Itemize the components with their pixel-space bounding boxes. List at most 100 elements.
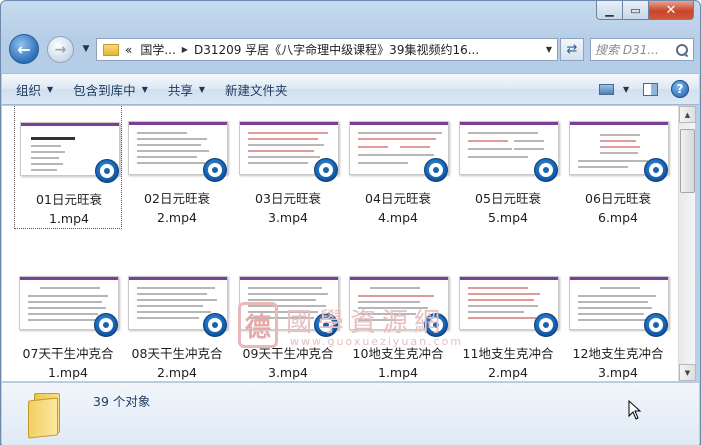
recent-pages-dropdown[interactable]: ▼ [80, 43, 92, 55]
file-item[interactable]: 06日元旺衰 6.mp4 [564, 106, 672, 229]
breadcrumb-segment-current[interactable]: D31209 孚居《八字命理中级课程》39集视频约16... [194, 41, 479, 58]
file-name-line1: 04日元旺衰 [365, 191, 431, 206]
file-name-line2: 2.mp4 [488, 365, 528, 380]
file-name: 06日元旺衰 6.mp4 [564, 189, 672, 227]
video-player-icon [424, 158, 448, 182]
breadcrumb-segment-root[interactable]: 国学... [140, 41, 175, 58]
file-name: 01日元旺衰 1.mp4 [15, 190, 123, 228]
file-name-line2: 1.mp4 [48, 365, 88, 380]
scroll-down-icon[interactable]: ▼ [679, 364, 696, 381]
file-name-line1: 07天干生冲克合 [22, 346, 114, 361]
file-name: 03日元旺衰 3.mp4 [234, 189, 342, 227]
preview-pane-button[interactable] [637, 79, 663, 99]
close-icon: ✕ [665, 2, 677, 18]
watermark: 德 國學資源網 www.guoxueziyuan.com [238, 302, 498, 350]
maximize-icon: ▭ [630, 3, 641, 17]
video-player-icon [534, 313, 558, 337]
video-player-icon [203, 158, 227, 182]
file-name-line1: 02日元旺衰 [144, 191, 210, 206]
navigation-bar: ← → ▼ « 国学... ▶ D31209 孚居《八字命理中级课程》39集视频… [9, 34, 694, 64]
file-name-line1: 01日元旺衰 [36, 192, 102, 207]
breadcrumb: « 国学... ▶ D31209 孚居《八字命理中级课程》39集视频约16... [125, 41, 479, 58]
search-icon [675, 43, 689, 57]
file-item[interactable]: 03日元旺衰 3.mp4 [234, 106, 342, 229]
video-player-icon [534, 158, 558, 182]
forward-arrow-icon: → [54, 41, 67, 58]
organize-label: 组织 [16, 82, 42, 98]
file-name-line2: 6.mp4 [598, 210, 638, 225]
file-name-line1: 12地支生克冲合 [572, 346, 664, 361]
chevron-down-icon: ▼ [198, 84, 206, 94]
file-item[interactable]: 12地支生克冲合 3.mp4 [564, 260, 672, 381]
preview-pane-icon [642, 82, 658, 96]
details-pane: 39 个对象 [2, 382, 699, 445]
file-item[interactable]: 01日元旺衰 1.mp4 [14, 106, 122, 229]
search-input[interactable]: 搜索 D31... [595, 41, 675, 58]
include-in-library-label: 包含到库中 [73, 82, 136, 98]
file-name-line2: 2.mp4 [157, 210, 197, 225]
minimize-icon: ▁ [605, 3, 614, 17]
close-button[interactable]: ✕ [649, 1, 694, 20]
file-name-line1: 06日元旺衰 [585, 191, 651, 206]
help-icon[interactable]: ? [671, 80, 689, 98]
organize-menu[interactable]: 组织 ▼ [10, 77, 59, 101]
file-item[interactable]: 07天干生冲克合 1.mp4 [14, 260, 122, 381]
item-count: 39 个对象 [93, 394, 151, 409]
command-bar: 组织 ▼ 包含到库中 ▼ 共享 ▼ 新建文件夹 ▼ ? [2, 73, 699, 105]
video-player-icon [95, 159, 119, 183]
watermark-seal: 德 [238, 302, 278, 348]
file-name-line2: 3.mp4 [268, 210, 308, 225]
view-icon [598, 83, 614, 95]
scrollbar-thumb[interactable] [680, 129, 695, 193]
view-controls: ▼ ? [593, 79, 699, 99]
video-player-icon [644, 313, 668, 337]
forward-button[interactable]: → [47, 36, 74, 63]
file-item[interactable]: 05日元旺衰 5.mp4 [454, 106, 562, 229]
chevron-down-icon: ▼ [47, 84, 54, 94]
share-menu[interactable]: 共享 ▼ [162, 77, 211, 101]
chevron-down-icon: ▼ [141, 84, 148, 94]
breadcrumb-overflow[interactable]: « [125, 43, 132, 57]
scroll-up-icon[interactable]: ▲ [679, 106, 696, 123]
file-list: 01日元旺衰 1.mp4 02日元旺衰 2.mp4 03日元旺衰 3.mp4 04日元旺衰 4… [2, 106, 678, 381]
address-dropdown-icon[interactable]: ▼ [541, 45, 557, 54]
file-name-line2: 1.mp4 [378, 365, 418, 380]
file-item[interactable]: 02日元旺衰 2.mp4 [123, 106, 231, 229]
back-button[interactable]: ← [9, 34, 39, 64]
include-in-library-menu[interactable]: 包含到库中 ▼ [67, 77, 154, 101]
new-folder-label: 新建文件夹 [225, 82, 288, 98]
folder-icon [28, 393, 62, 439]
file-name: 02日元旺衰 2.mp4 [123, 189, 231, 227]
address-bar[interactable]: « 国学... ▶ D31209 孚居《八字命理中级课程》39集视频约16...… [96, 38, 558, 61]
refresh-button[interactable]: ⇄ [560, 38, 584, 61]
video-player-icon [644, 158, 668, 182]
file-name-line1: 03日元旺衰 [255, 191, 321, 206]
file-name-line2: 2.mp4 [157, 365, 197, 380]
video-player-icon [314, 158, 338, 182]
breadcrumb-separator-icon[interactable]: ▶ [182, 45, 188, 54]
video-player-icon [94, 313, 118, 337]
search-box[interactable]: 搜索 D31... [590, 38, 694, 61]
new-folder-button[interactable]: 新建文件夹 [219, 77, 294, 101]
file-name-line2: 4.mp4 [378, 210, 418, 225]
file-item[interactable]: 04日元旺衰 4.mp4 [344, 106, 452, 229]
vertical-scrollbar[interactable]: ▲ ▼ [678, 106, 696, 381]
back-arrow-icon: ← [17, 39, 31, 59]
view-dropdown-icon[interactable]: ▼ [623, 85, 633, 94]
minimize-button[interactable]: ▁ [596, 1, 623, 20]
file-name-line1: 08天干生冲克合 [131, 346, 223, 361]
change-view-button[interactable] [593, 79, 619, 99]
maximize-button[interactable]: ▭ [623, 1, 649, 20]
refresh-icon: ⇄ [566, 42, 578, 57]
folder-icon [103, 43, 119, 56]
video-player-icon [203, 313, 227, 337]
mouse-cursor-icon [628, 400, 642, 420]
file-name: 12地支生克冲合 3.mp4 [564, 344, 672, 381]
file-name-line2: 5.mp4 [488, 210, 528, 225]
file-name: 08天干生冲克合 2.mp4 [123, 344, 231, 381]
file-item[interactable]: 08天干生冲克合 2.mp4 [123, 260, 231, 381]
file-name-line1: 05日元旺衰 [475, 191, 541, 206]
explorer-window: ▁ ▭ ✕ ← → ▼ « 国学... ▶ D31209 孚居《八字命理中级课程… [0, 0, 701, 445]
file-name-line2: 1.mp4 [49, 211, 89, 226]
file-name-line2: 3.mp4 [268, 365, 308, 380]
